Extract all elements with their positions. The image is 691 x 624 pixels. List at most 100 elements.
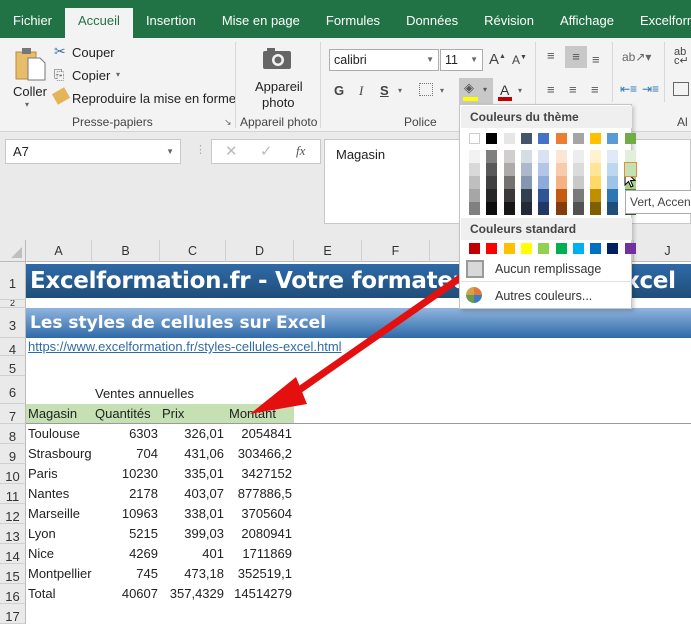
value-cell[interactable]: 3427152 bbox=[226, 464, 294, 484]
theme-shade-swatch[interactable] bbox=[590, 163, 602, 176]
store-name-cell[interactable]: Nantes bbox=[28, 484, 92, 504]
sheet-subtitle[interactable]: Les styles de cellules sur Excel bbox=[30, 312, 326, 334]
value-cell[interactable]: 303466,2 bbox=[226, 444, 294, 464]
more-colors-option[interactable]: Autres couleurs... bbox=[461, 283, 632, 309]
value-cell[interactable]: 335,01 bbox=[160, 464, 226, 484]
value-cell[interactable]: 399,03 bbox=[160, 524, 226, 544]
theme-shade-swatch[interactable] bbox=[624, 150, 636, 163]
select-all-button[interactable] bbox=[0, 240, 26, 262]
clipboard-launcher-icon[interactable]: ↘ bbox=[224, 117, 232, 128]
header-cell[interactable]: Montant bbox=[229, 404, 276, 424]
theme-shade-swatch[interactable] bbox=[469, 189, 480, 202]
standard-color-swatch[interactable] bbox=[607, 243, 619, 254]
theme-shade-swatch[interactable] bbox=[555, 189, 567, 202]
theme-shade-swatch[interactable] bbox=[555, 163, 567, 176]
theme-shade-swatch[interactable] bbox=[503, 189, 515, 202]
confirm-icon[interactable]: ✓ bbox=[260, 142, 273, 160]
theme-shade-swatch[interactable] bbox=[607, 176, 619, 189]
font-color-icon[interactable]: A bbox=[500, 82, 509, 98]
theme-shade-swatch[interactable] bbox=[623, 162, 637, 177]
value-cell[interactable]: 401 bbox=[160, 544, 226, 564]
theme-shade-swatch[interactable] bbox=[469, 202, 480, 215]
merge-icon[interactable] bbox=[673, 82, 689, 96]
no-fill-option[interactable]: Aucun remplissage bbox=[461, 256, 632, 282]
theme-shade-swatch[interactable] bbox=[555, 150, 567, 163]
theme-color-swatch[interactable] bbox=[520, 133, 532, 144]
tab-mise-en-page[interactable]: Mise en page bbox=[209, 8, 313, 38]
theme-shade-swatch[interactable] bbox=[503, 176, 515, 189]
value-cell[interactable]: 10230 bbox=[92, 464, 160, 484]
theme-shade-swatch[interactable] bbox=[590, 150, 602, 163]
align-center-icon[interactable]: ≡ bbox=[569, 82, 577, 97]
increase-font-icon[interactable]: A▲ bbox=[489, 51, 506, 68]
theme-color-swatch[interactable] bbox=[607, 133, 619, 144]
theme-shade-swatch[interactable] bbox=[607, 150, 619, 163]
value-cell[interactable]: 5215 bbox=[92, 524, 160, 544]
header-cell[interactable]: Quantités bbox=[95, 404, 151, 424]
theme-shade-swatch[interactable] bbox=[590, 176, 602, 189]
align-left-icon[interactable]: ≡ bbox=[547, 82, 555, 97]
value-cell[interactable]: 6303 bbox=[92, 424, 160, 444]
theme-shade-swatch[interactable] bbox=[486, 202, 498, 215]
theme-shade-swatch[interactable] bbox=[607, 189, 619, 202]
store-name-cell[interactable]: Strasbourg bbox=[28, 444, 92, 464]
name-box[interactable]: A7 ▼ bbox=[5, 139, 181, 164]
column-header-A[interactable]: A bbox=[26, 240, 92, 262]
standard-color-swatch[interactable] bbox=[469, 243, 480, 254]
row-header-5[interactable]: 5 bbox=[0, 356, 26, 376]
italic-button[interactable]: I bbox=[359, 83, 363, 99]
column-header-D[interactable]: D bbox=[226, 240, 294, 262]
theme-shade-swatch[interactable] bbox=[486, 189, 498, 202]
theme-shade-swatch[interactable] bbox=[555, 202, 567, 215]
store-name-cell[interactable]: Nice bbox=[28, 544, 92, 564]
font-name-select[interactable]: calibri ▼ bbox=[329, 49, 439, 71]
value-cell[interactable]: 326,01 bbox=[160, 424, 226, 444]
standard-color-swatch[interactable] bbox=[590, 243, 602, 254]
store-name-cell[interactable]: Total bbox=[28, 584, 92, 604]
font-color-dropdown-icon[interactable]: ▾ bbox=[518, 86, 522, 95]
copy-dropdown-icon[interactable]: ▾ bbox=[116, 70, 120, 79]
theme-shade-swatch[interactable] bbox=[572, 202, 584, 215]
theme-shade-swatch[interactable] bbox=[520, 202, 532, 215]
row-header-3[interactable]: 3 bbox=[0, 308, 26, 338]
value-cell[interactable]: 1711869 bbox=[226, 544, 294, 564]
borders-dropdown-icon[interactable]: ▾ bbox=[440, 86, 444, 95]
row-header-10[interactable]: 10 bbox=[0, 464, 26, 484]
value-cell[interactable]: 352519,1 bbox=[226, 564, 294, 584]
align-top-icon[interactable]: ≡ bbox=[547, 48, 555, 63]
orientation-icon[interactable]: ab↗▾ bbox=[622, 50, 651, 64]
header-cell[interactable]: Magasin bbox=[28, 404, 77, 424]
value-cell[interactable]: 10963 bbox=[92, 504, 160, 524]
theme-shade-swatch[interactable] bbox=[503, 163, 515, 176]
theme-color-swatch[interactable] bbox=[503, 133, 515, 144]
theme-color-swatch[interactable] bbox=[590, 133, 602, 144]
theme-shade-swatch[interactable] bbox=[607, 202, 619, 215]
theme-shade-swatch[interactable] bbox=[486, 163, 498, 176]
theme-color-swatch[interactable] bbox=[538, 133, 550, 144]
insert-function-icon[interactable]: fx bbox=[296, 143, 305, 159]
header-cell[interactable]: Prix bbox=[162, 404, 184, 424]
tab-excelformation[interactable]: Excelformation bbox=[627, 8, 691, 38]
value-cell[interactable]: 2054841 bbox=[226, 424, 294, 444]
standard-color-swatch[interactable] bbox=[538, 243, 550, 254]
value-cell[interactable]: 403,07 bbox=[160, 484, 226, 504]
row-header-13[interactable]: 13 bbox=[0, 524, 26, 544]
tab-insertion[interactable]: Insertion bbox=[133, 8, 209, 38]
row-header-1[interactable]: 1 bbox=[0, 262, 26, 300]
tab-données[interactable]: Données bbox=[393, 8, 471, 38]
theme-shade-swatch[interactable] bbox=[520, 150, 532, 163]
decrease-indent-icon[interactable]: ⇤≡ bbox=[620, 82, 637, 96]
drag-handle-icon[interactable]: ⋮ bbox=[195, 143, 206, 156]
value-cell[interactable]: 40607 bbox=[92, 584, 160, 604]
row-header-4[interactable]: 4 bbox=[0, 338, 26, 356]
theme-shade-swatch[interactable] bbox=[538, 202, 550, 215]
bold-button[interactable]: G bbox=[334, 83, 344, 98]
camera-button[interactable]: Appareil photo bbox=[250, 46, 305, 112]
tab-affichage[interactable]: Affichage bbox=[547, 8, 627, 38]
theme-shade-swatch[interactable] bbox=[572, 176, 584, 189]
column-header-B[interactable]: B bbox=[92, 240, 160, 262]
underline-button[interactable]: S bbox=[380, 83, 389, 98]
store-name-cell[interactable]: Montpellier bbox=[28, 564, 92, 584]
standard-color-swatch[interactable] bbox=[572, 243, 584, 254]
theme-shade-swatch[interactable] bbox=[555, 176, 567, 189]
